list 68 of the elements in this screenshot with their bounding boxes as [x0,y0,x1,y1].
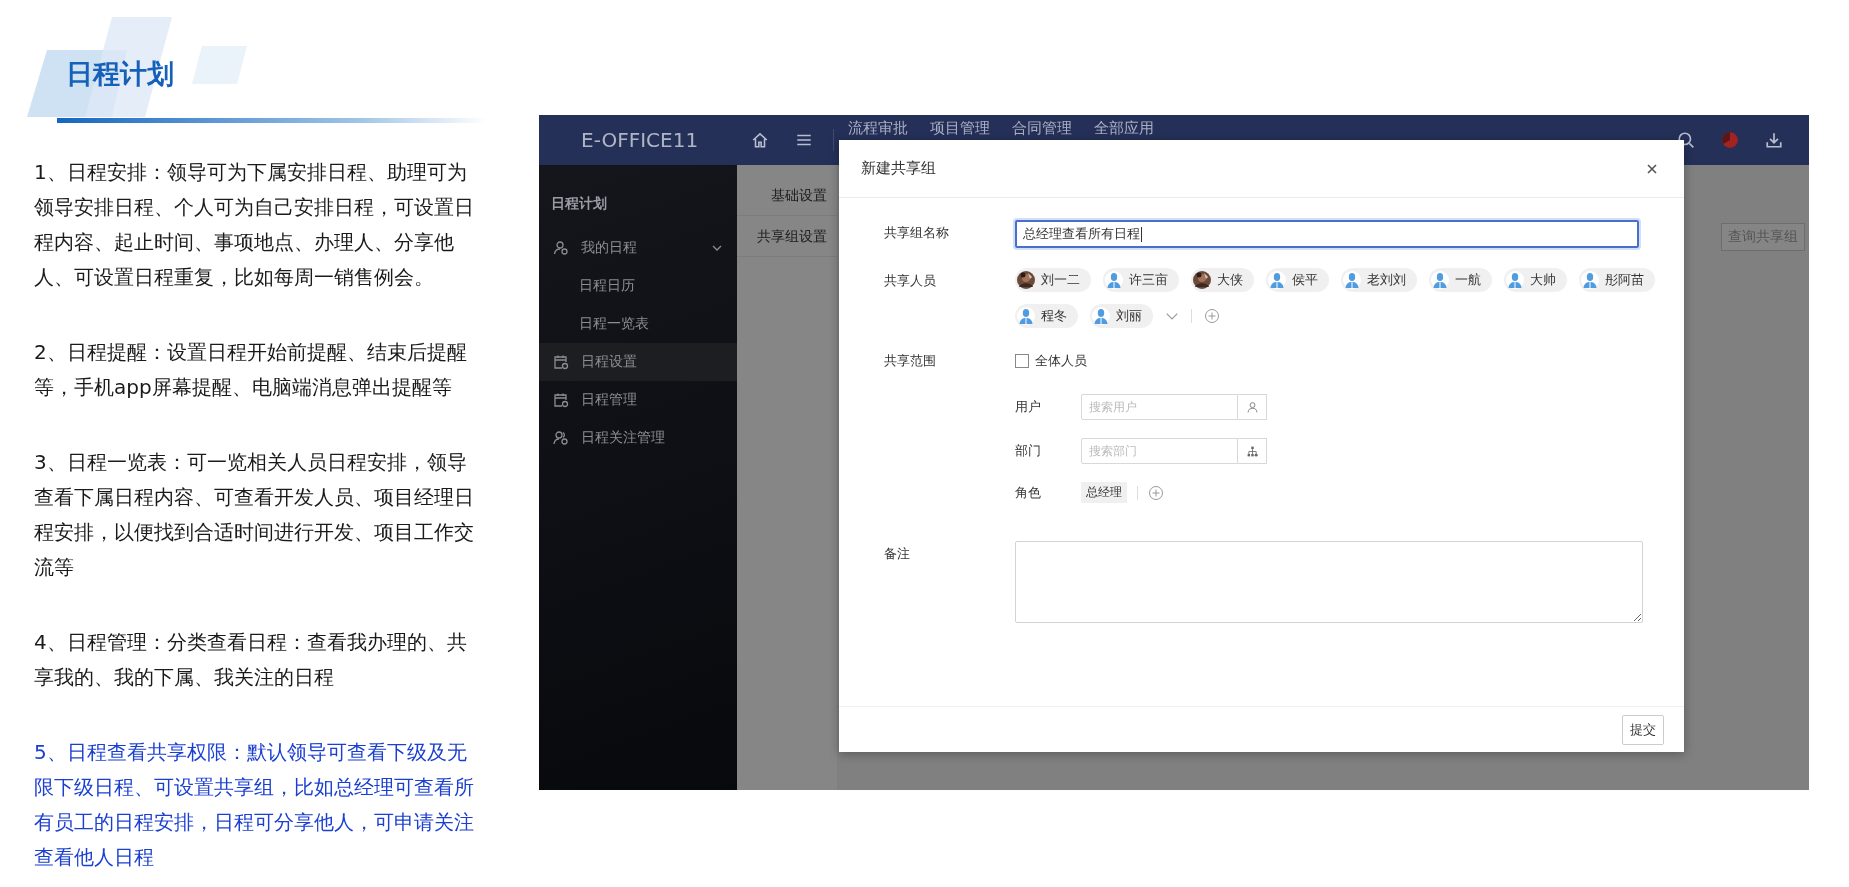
calendar-icon [553,354,569,370]
add-icon[interactable] [1204,308,1220,324]
feature-paragraph: 5、日程查看共享权限：默认领导可查看下级及无限下级日程、可设置共享组，比如总经理可查看所有员工的日程安排，日程可分享他人，可申请关注查看他人日程 [34,739,475,871]
person-chip[interactable]: 彤阿苗 [1579,268,1655,292]
feature-paragraph: 4、日程管理：分类查看日程：查看我办理的、共享我的、我的下属、我关注的日程 [34,629,468,691]
person-avatar-icon [1581,271,1599,289]
sidebar-item[interactable]: 日程日历 [539,267,737,305]
close-icon[interactable] [1646,162,1658,175]
home-icon[interactable] [751,131,769,149]
person-chip[interactable]: 刘丽 [1090,304,1153,328]
person-chip[interactable]: 老刘刘 [1341,268,1417,292]
person-avatar-icon [1506,271,1524,289]
feature-paragraph: 1、日程安排：领导可为下属安排日程、助理可为领导安排日程、个人可为自己安排日程，可设置日程内容、起止时间、事项地点、办理人、分享他人、可设置日程重复，比如每周一销售例会。 [34,159,475,291]
feature-paragraph: 3、日程一览表：可一览相关人员日程安排，领导查看下属日程内容、可查看开发人员、项目经理日程安排，以便找到合适时间进行开发、项目工作交流等 [34,449,475,581]
person-avatar-icon [1105,271,1123,289]
field-label: 部门 [1015,442,1042,460]
users-icon [553,430,569,446]
person-chip[interactable]: 大侠 [1191,268,1254,292]
person-chip[interactable]: 刘一二 [1015,268,1091,292]
person-chip[interactable]: 程冬 [1015,304,1078,328]
field-label: 共享人员 [884,272,937,290]
user-icon [1245,400,1259,414]
role-tag[interactable]: 总经理 [1081,482,1127,503]
app-logo: E-OFFICE11 [581,128,700,152]
sidebar-item[interactable]: 日程关注管理 [539,419,737,457]
org-chart-icon [1245,444,1259,458]
person-chip[interactable]: 侯平 [1266,268,1329,292]
field-label: 共享范围 [884,352,937,370]
sidebar-item[interactable]: 日程一览表 [539,305,737,343]
checkbox[interactable] [1015,354,1029,368]
nav-link[interactable]: 项目管理 [930,119,990,137]
nav-link[interactable]: 流程审批 [848,119,908,137]
field-label: 用户 [1015,398,1042,416]
name-input-field[interactable]: 总经理查看所有日程 [1015,220,1639,248]
calendar-icon [553,392,569,408]
field-label: 备注 [884,545,911,563]
person-chip[interactable]: 大帅 [1504,268,1567,292]
feature-paragraph: 2、日程提醒：设置日程开始前提醒、结束后提醒等，手机app屏幕提醒、电脑端消息弹出提醒等 [34,339,468,401]
add-icon[interactable] [1148,484,1164,501]
sidebar-title: 日程计划 [550,195,608,213]
person-avatar-icon [1092,307,1110,325]
checkbox-label: 全体人员 [1035,352,1087,370]
settings-tab[interactable]: 共享组设置 [737,216,837,257]
user-search-field[interactable]: 搜索用户 [1081,394,1238,420]
person-avatar-icon [1343,271,1361,289]
search-icon[interactable] [1677,131,1695,149]
user-icon [553,240,569,256]
download-icon[interactable] [1765,131,1783,149]
field-label: 角色 [1015,483,1042,502]
nav-link[interactable]: 合同管理 [1012,119,1072,137]
submit-button[interactable]: 提交 [1622,714,1664,745]
sidebar-item[interactable]: 日程管理 [539,381,737,419]
department-search-field[interactable]: 搜索部门 [1081,438,1238,464]
person-avatar-icon [1017,307,1035,325]
person-chip[interactable]: 许三亩 [1103,268,1179,292]
section-title: 日程计划 [66,57,174,91]
person-avatar-icon [1268,271,1286,289]
person-chip[interactable]: 一航 [1429,268,1492,292]
user-avatar-icon[interactable] [1721,131,1739,149]
user-picker-button[interactable] [1238,394,1267,420]
department-picker-button[interactable] [1238,438,1267,464]
person-avatar-icon [1431,271,1449,289]
settings-tab[interactable]: 基础设置 [737,175,837,216]
sidebar-item[interactable]: 我的日程 [539,229,737,267]
nav-link[interactable]: 全部应用 [1094,119,1154,137]
sidebar-item[interactable]: 日程设置 [539,343,737,381]
field-label: 共享组名称 [884,224,950,242]
dialog-title: 新建共享组 [861,159,936,178]
